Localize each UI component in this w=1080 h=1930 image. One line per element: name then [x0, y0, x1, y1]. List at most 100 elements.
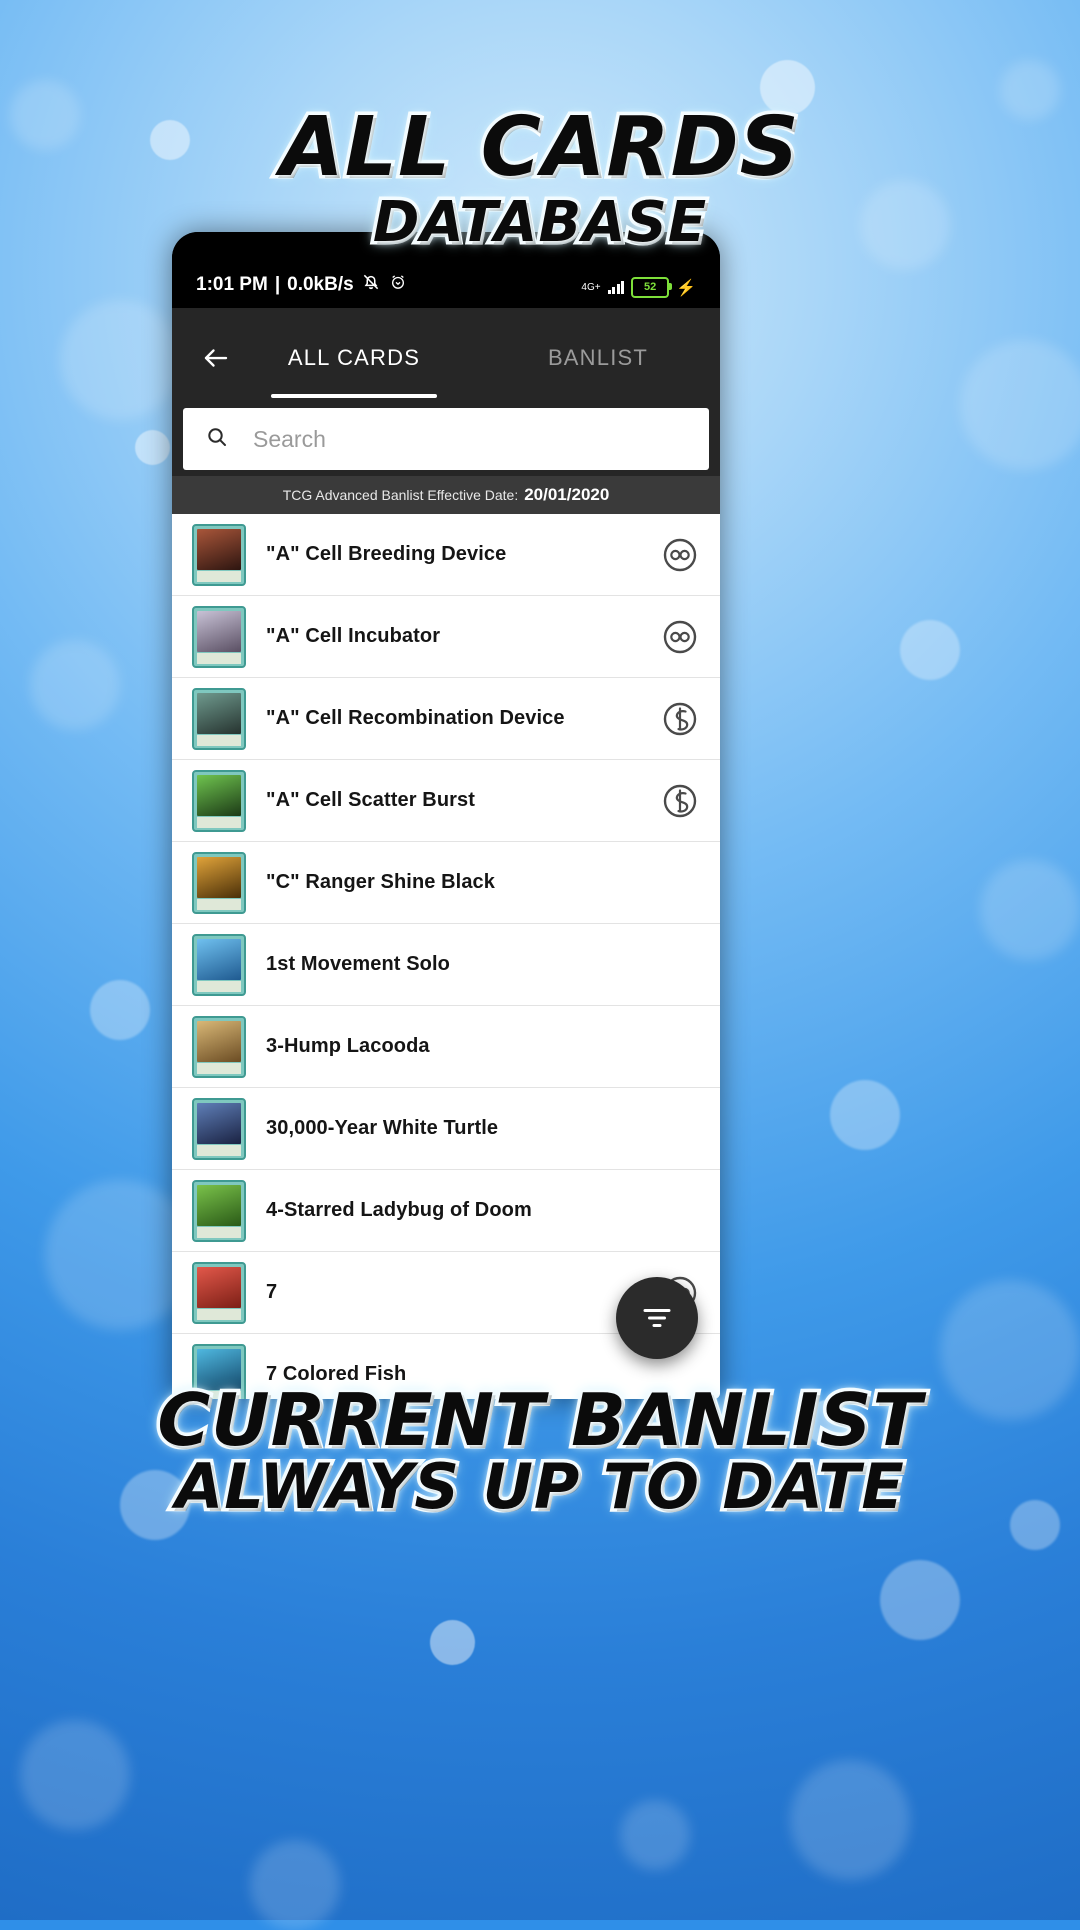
bokeh-decoration [790, 1760, 910, 1880]
card-name-label: 7 [266, 1281, 278, 1303]
bokeh-decoration [900, 620, 960, 680]
card-name-label: 7 Colored Fish [266, 1363, 407, 1385]
card-list-row[interactable]: "A" Cell Scatter Burst [172, 760, 720, 842]
bokeh-decoration [10, 80, 80, 150]
card-thumbnail [192, 851, 246, 914]
card-name-label: "A" Cell Breeding Device [266, 543, 507, 565]
card-artwork [197, 774, 241, 816]
card-list-row[interactable]: "C" Ranger Shine Black [172, 842, 720, 924]
tab-banlist-label: BANLIST [547, 345, 649, 370]
card-thumbnail [192, 687, 246, 750]
card-thumbnail [192, 1343, 246, 1399]
bokeh-decoration [1010, 1500, 1060, 1550]
bokeh-decoration [860, 180, 950, 270]
card-thumbnail [192, 1179, 246, 1242]
card-name-label: "C" Ranger Shine Black [266, 871, 496, 893]
bokeh-decoration [805, 1400, 850, 1445]
card-status-icon-unlimited[interactable] [662, 537, 698, 573]
bokeh-decoration [120, 1470, 190, 1540]
status-time: 1:01 PM [196, 274, 268, 295]
bokeh-decoration [30, 640, 120, 730]
tab-banlist[interactable]: BANLIST [476, 308, 720, 408]
bell-muted-icon [361, 272, 381, 298]
status-network-speed: 0.0kB/s [287, 274, 354, 295]
tab-all-cards-label: ALL CARDS [287, 345, 421, 370]
back-button[interactable] [196, 338, 236, 378]
card-text-box [197, 1308, 241, 1320]
card-artwork [197, 528, 241, 570]
card-name-label: 30,000-Year White Turtle [266, 1117, 499, 1139]
search-box[interactable] [183, 408, 709, 470]
card-name-label: 3-Hump Lacooda [266, 1035, 430, 1057]
card-artwork [197, 856, 241, 898]
lightning-bolt-icon: ⚡ [676, 279, 696, 297]
bokeh-decoration [135, 430, 170, 465]
card-text-box [197, 1226, 241, 1238]
banlist-date-strip: TCG Advanced Banlist Effective Date: 20/… [172, 476, 720, 514]
tab-all-cards[interactable]: ALL CARDS [232, 308, 476, 408]
card-list-row[interactable]: "A" Cell Recombination Device [172, 678, 720, 760]
card-text-box [197, 652, 241, 664]
bokeh-decoration [60, 300, 180, 420]
card-thumbnail [192, 1261, 246, 1324]
filter-fab-button[interactable] [616, 1277, 698, 1359]
card-artwork [197, 692, 241, 734]
card-artwork [197, 610, 241, 652]
card-status-icon-semi-limited[interactable] [662, 701, 698, 737]
bokeh-decoration [830, 1080, 900, 1150]
card-text-box [197, 898, 241, 910]
card-name-label: 1st Movement Solo [266, 953, 450, 975]
card-thumbnail [192, 933, 246, 996]
card-list[interactable]: "A" Cell Breeding Device "A" Cell Incubat… [172, 514, 720, 1399]
card-artwork [197, 1184, 241, 1226]
battery-percent-label: 52 [643, 281, 657, 293]
card-text-box [197, 1144, 241, 1156]
card-artwork [197, 1348, 241, 1390]
bokeh-decoration [760, 60, 815, 115]
card-status-icon-semi-limited[interactable] [662, 783, 698, 819]
card-list-row[interactable]: 1st Movement Solo [172, 924, 720, 1006]
bokeh-decoration [90, 980, 150, 1040]
card-name-label: "A" Cell Incubator [266, 625, 441, 647]
card-list-row[interactable]: 3-Hump Lacooda [172, 1006, 720, 1088]
app-bar: ALL CARDS BANLIST [172, 308, 720, 408]
bokeh-decoration [1000, 60, 1060, 120]
bokeh-decoration [250, 1840, 340, 1930]
filter-icon [643, 1309, 671, 1327]
status-bar-right: 4G+ 52 ⚡ [581, 277, 696, 298]
card-list-row[interactable]: 4-Starred Ladybug of Doom [172, 1170, 720, 1252]
bokeh-decoration [940, 1280, 1080, 1420]
search-bar-container [172, 408, 720, 476]
tab-bar: ALL CARDS BANLIST [232, 308, 720, 408]
bokeh-decoration [430, 1620, 475, 1665]
card-artwork [197, 1020, 241, 1062]
search-icon [205, 425, 229, 454]
card-artwork [197, 1266, 241, 1308]
phone-mockup: 1:01 PM | 0.0kB/s 4G+ 52 ⚡ ALL CARDS BAN… [172, 232, 720, 1399]
card-thumbnail [192, 605, 246, 668]
card-text-box [197, 570, 241, 582]
card-name-label: 4-Starred Ladybug of Doom [266, 1199, 532, 1221]
card-artwork [197, 938, 241, 980]
card-text-box [197, 734, 241, 746]
card-name-label: "A" Cell Recombination Device [266, 707, 565, 729]
search-input[interactable] [251, 424, 687, 454]
card-artwork [197, 1102, 241, 1144]
status-separator: | [274, 274, 281, 295]
bokeh-decoration [20, 1720, 130, 1830]
card-thumbnail [192, 769, 246, 832]
bokeh-decoration [980, 860, 1080, 960]
card-text-box [197, 980, 241, 992]
bokeh-decoration [880, 1560, 960, 1640]
bokeh-decoration [960, 340, 1080, 470]
banlist-date-label: TCG Advanced Banlist Effective Date: [282, 487, 519, 503]
card-list-row[interactable]: 30,000-Year White Turtle [172, 1088, 720, 1170]
card-thumbnail [192, 523, 246, 586]
card-thumbnail [192, 1015, 246, 1078]
bokeh-decoration [620, 1800, 690, 1870]
card-list-row[interactable]: "A" Cell Breeding Device [172, 514, 720, 596]
card-list-row[interactable]: "A" Cell Incubator [172, 596, 720, 678]
card-status-icon-unlimited[interactable] [662, 619, 698, 655]
battery-icon: 52 [631, 277, 673, 298]
card-thumbnail [192, 1097, 246, 1160]
